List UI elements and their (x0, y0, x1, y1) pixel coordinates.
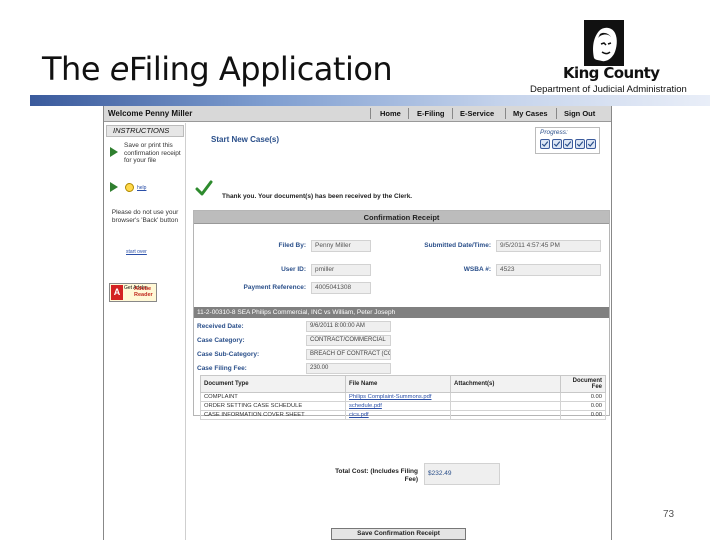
adobe-reader-text: Adobe Reader (134, 286, 153, 298)
back-button-warning: Please do not use your browser's 'Back' … (111, 209, 179, 224)
received-date-value: 9/6/2011 8:00:00 AM (306, 321, 391, 332)
table-row: CASE INFORMATION COVER SHEET cics.pdf 0.… (200, 410, 606, 420)
wsba-value: 4523 (496, 264, 601, 276)
column-header-document-type: Document Type (200, 375, 346, 393)
page-number: 73 (663, 509, 675, 520)
filed-by-label: Filed By: (278, 242, 306, 249)
instructions-panel: INSTRUCTIONS Save or print this confirma… (104, 123, 186, 540)
progress-step-icon (574, 139, 585, 149)
nav-separator (556, 108, 557, 119)
get-adobe-reader-button[interactable]: A Get Adobe Adobe Reader (109, 283, 157, 302)
nav-my-cases[interactable]: My Cases (513, 109, 548, 118)
user-id-value: pmiller (311, 264, 371, 276)
nav-sign-out[interactable]: Sign Out (564, 109, 595, 118)
case-subcategory-label: Case Sub-Category: (197, 351, 260, 358)
nav-separator (505, 108, 506, 119)
title-part-1: The (42, 50, 110, 88)
documents-table: Document Type File Name Attachment(s) Do… (200, 375, 606, 420)
payment-reference-value: 4005041308 (311, 282, 371, 294)
table-header-row: Document Type File Name Attachment(s) Do… (200, 375, 606, 393)
slide-title: The eFiling Application (42, 50, 393, 88)
table-row: ORDER SETTING CASE SCHEDULE schedule.pdf… (200, 401, 606, 411)
nav-separator (370, 108, 371, 119)
file-name-link[interactable]: schedule.pdf (345, 401, 451, 411)
progress-steps (540, 139, 597, 150)
nav-separator (452, 108, 453, 119)
document-fee-cell: 0.00 (560, 401, 606, 411)
progress-label: Progress: (540, 129, 568, 136)
received-date-label: Received Date: (197, 323, 244, 330)
nav-separator (408, 108, 409, 119)
filed-by-value: Penny Miller (311, 240, 371, 252)
payment-reference-label: Payment Reference: (243, 284, 307, 291)
start-over-link[interactable]: start over (126, 249, 147, 255)
title-part-e: e (109, 50, 130, 88)
checkmark-icon (195, 180, 213, 196)
column-header-attachments: Attachment(s) (450, 375, 561, 393)
department-name: Department of Judicial Administration (530, 84, 687, 95)
arrow-right-icon (110, 147, 118, 157)
column-header-document-fee: Document Fee (560, 375, 606, 393)
nav-efiling[interactable]: E-Filing (417, 109, 445, 118)
title-part-2: Filing Application (128, 50, 393, 88)
user-id-label: User ID: (281, 266, 306, 273)
progress-step-icon (586, 139, 596, 149)
document-type-cell: COMPLAINT (200, 392, 346, 402)
logo-text: King County (563, 64, 660, 82)
confirmation-receipt: Confirmation Receipt Filed By: Penny Mil… (193, 210, 610, 420)
slide: The eFiling Application King County Depa… (0, 0, 720, 540)
attachment-cell (450, 410, 561, 420)
case-category-label: Case Category: (197, 337, 245, 344)
app-topbar: Welcome Penny Miller Home E-Filing E-Ser… (104, 106, 611, 122)
adobe-logo-icon: A (111, 285, 123, 300)
document-type-cell: ORDER SETTING CASE SCHEDULE (200, 401, 346, 411)
document-fee-cell: 0.00 (560, 392, 606, 402)
save-tip-text: Save or print this confirmation receipt … (124, 142, 181, 164)
arrow-right-icon (110, 182, 118, 192)
case-category-value: CONTRACT/COMMERCIAL (306, 335, 391, 346)
progress-step-icon (563, 139, 573, 149)
progress-step-icon (540, 139, 550, 149)
attachment-cell (450, 401, 561, 411)
efiling-screenshot: Welcome Penny Miller Home E-Filing E-Ser… (103, 106, 612, 540)
total-cost-label: Total Cost: (Includes Filing Fee) (335, 468, 418, 483)
table-row: COMPLAINT Philips Complaint-Summons.pdf … (200, 392, 606, 402)
wsba-label: WSBA #: (463, 266, 491, 273)
filing-fee-label: Case Filing Fee: (197, 365, 247, 372)
welcome-text: Welcome Penny Miller (108, 109, 193, 118)
help-link[interactable]: help (137, 185, 146, 191)
help-icon[interactable] (125, 183, 134, 192)
submitted-label: Submitted Date/Time: (424, 242, 491, 249)
filing-fee-value: 230.00 (306, 363, 391, 374)
progress-step-icon (551, 139, 562, 149)
nav-eservice[interactable]: E-Service (460, 109, 494, 118)
case-title-bar: 11-2-00310-8 SEA Philips Commercial, INC… (194, 307, 609, 318)
thank-you-message: Thank you. Your document(s) has been rec… (222, 193, 413, 200)
king-county-logo-icon (584, 20, 624, 66)
instructions-header: INSTRUCTIONS (106, 125, 184, 137)
file-name-link[interactable]: cics.pdf (345, 410, 451, 420)
document-type-cell: CASE INFORMATION COVER SHEET (200, 410, 346, 420)
nav-home[interactable]: Home (380, 109, 401, 118)
receipt-header: Confirmation Receipt (194, 211, 609, 224)
case-subcategory-value: BREACH OF CONTRACT (COM 2) (306, 349, 391, 360)
submitted-value: 9/5/2011 4:57:45 PM (496, 240, 601, 252)
file-name-link[interactable]: Philips Complaint-Summons.pdf (345, 392, 451, 402)
decorative-banner (30, 95, 710, 106)
total-cost-value: $232.49 (424, 463, 500, 485)
attachment-cell (450, 392, 561, 402)
page-subtitle: Start New Case(s) (211, 135, 280, 144)
document-fee-cell: 0.00 (560, 410, 606, 420)
save-confirmation-receipt-button[interactable]: Save Confirmation Receipt (331, 528, 466, 540)
progress-indicator: Progress: (535, 127, 600, 154)
column-header-file-name: File Name (345, 375, 451, 393)
